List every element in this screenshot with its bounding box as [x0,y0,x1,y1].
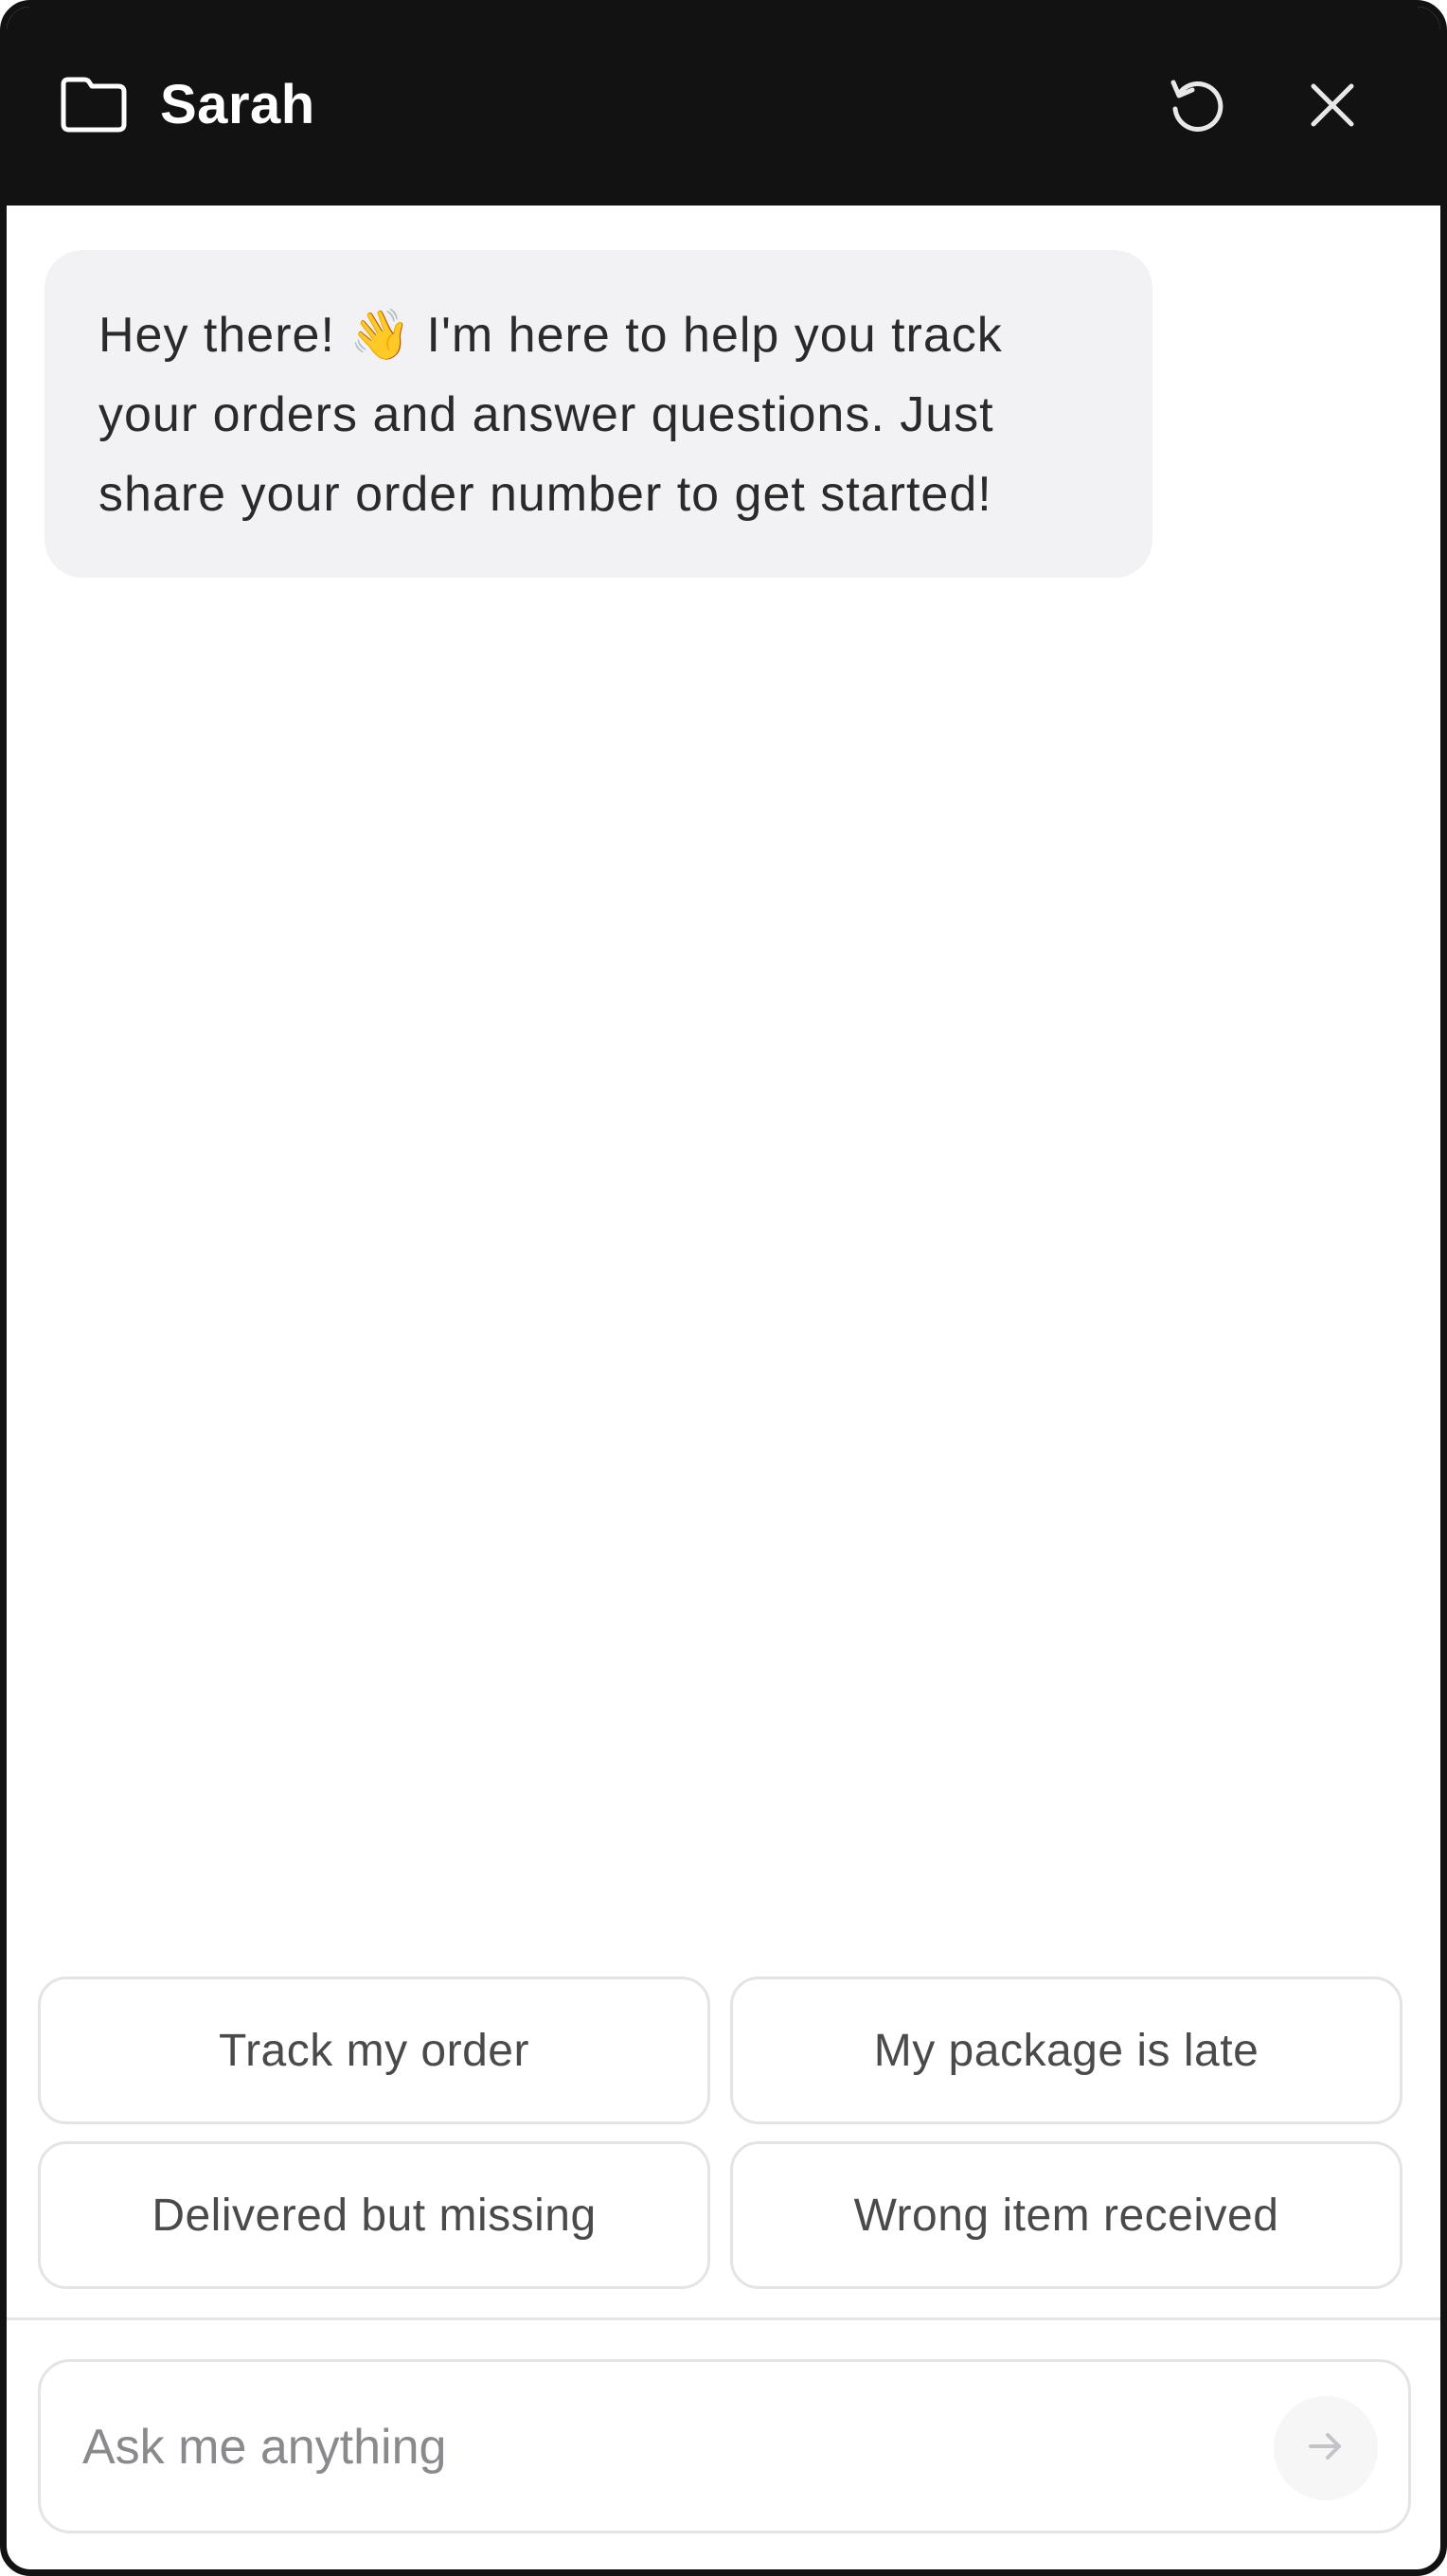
send-button[interactable] [1274,2396,1378,2500]
suggestion-track-order[interactable]: Track my order [38,1977,710,2124]
chat-header: Sarah [7,7,1440,206]
message-text-start: Hey there! [98,308,350,363]
close-button[interactable] [1295,69,1370,145]
arrow-right-icon [1303,2424,1349,2474]
chat-title: Sarah [160,74,315,135]
suggestion-package-late[interactable]: My package is late [730,1977,1402,2124]
chat-widget: Sarah Hey there! 👋 I'm here to help you … [0,0,1447,2576]
bot-message: Hey there! 👋 I'm here to help you track … [45,250,1152,578]
folder-icon [56,75,132,135]
refresh-button[interactable] [1160,69,1236,145]
composer [38,2359,1411,2533]
suggestion-wrong-item[interactable]: Wrong item received [730,2141,1402,2289]
composer-divider [7,2317,1440,2320]
refresh-icon [1164,71,1232,144]
close-icon [1306,79,1359,136]
message-input[interactable] [82,2400,1219,2495]
suggestion-delivered-missing[interactable]: Delivered but missing [38,2141,710,2289]
waving-hand-emoji: 👋 [349,308,413,363]
